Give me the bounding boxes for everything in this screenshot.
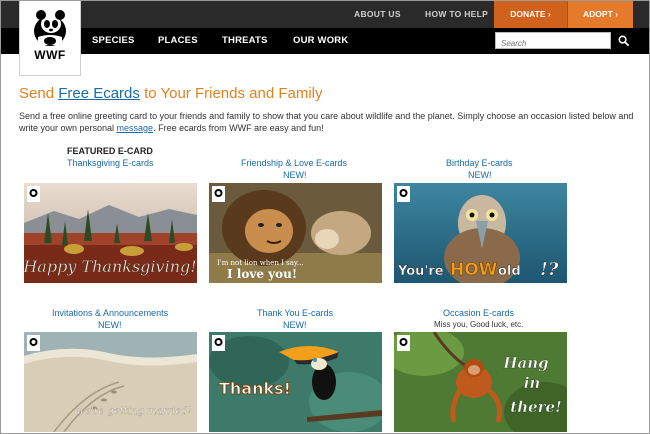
- logo-text: WWF: [34, 48, 66, 62]
- intro-text: Send a free online greeting card to your…: [19, 111, 634, 133]
- thanksgiving-ecard-image[interactable]: Happy Thanksgiving!: [24, 183, 197, 283]
- nav-our-work[interactable]: OUR WORK: [293, 28, 348, 54]
- search-field: [495, 32, 611, 51]
- birthday-card-text-1: You're: [397, 264, 444, 279]
- lion-card-text-line2: I love you!: [227, 267, 297, 281]
- search-button[interactable]: [613, 31, 633, 50]
- new-badge: NEW!: [98, 320, 122, 330]
- occasion-card-text-3: there!: [510, 398, 561, 416]
- thank-you-ecards-link[interactable]: Thank You E-cards: [257, 308, 333, 318]
- invitation-card-text: we're getting married!: [76, 406, 191, 417]
- lion-card-text-line1: I'm not lion when I say...: [217, 259, 304, 267]
- occasion-ecard-image[interactable]: Hang in there!: [394, 332, 567, 432]
- page-title-prefix: Send: [19, 85, 59, 102]
- how-to-help-link[interactable]: HOW TO HELP: [425, 1, 488, 28]
- donate-button[interactable]: DONATE ›: [494, 1, 568, 28]
- birthday-card-text-2: HOW: [450, 260, 498, 280]
- occasion-subtitle: Miss you, Good luck, etc.: [434, 320, 524, 329]
- search-input[interactable]: [496, 36, 610, 51]
- friendship-ecard-image[interactable]: I'm not lion when I say... I love you!: [209, 183, 382, 283]
- turtle-tracks-beach-image: we're getting married!: [24, 332, 197, 432]
- adopt-button[interactable]: ADOPT ›: [568, 1, 633, 28]
- page-title: Send Free Ecards to Your Friends and Fam…: [19, 85, 323, 102]
- about-us-link[interactable]: ABOUT US: [354, 1, 401, 28]
- nav-species[interactable]: SPECIES: [92, 28, 135, 54]
- nav-places[interactable]: PLACES: [158, 28, 198, 54]
- birthday-ecards-link[interactable]: Birthday E-cards: [446, 158, 513, 168]
- occasion-card-text-1: Hang: [502, 354, 548, 372]
- search-icon: [618, 35, 629, 46]
- autumn-landscape-image: Happy Thanksgiving!: [24, 183, 197, 283]
- invitations-ecards-link[interactable]: Invitations & Announcements: [52, 308, 168, 318]
- page-title-suffix: to Your Friends and Family: [139, 85, 323, 102]
- featured-label: FEATURED E-CARD: [67, 146, 153, 156]
- new-badge: NEW!: [468, 170, 492, 180]
- nav-threats[interactable]: THREATS: [222, 28, 268, 54]
- birthday-card-text-3: old: [498, 264, 521, 279]
- new-badge: NEW!: [283, 320, 307, 330]
- occasion-ecards-link[interactable]: Occasion E-cards: [443, 308, 514, 318]
- browser-viewport: WWF ABOUT US HOW TO HELP DONATE › ADOPT …: [0, 0, 650, 434]
- intro-paragraph: Send a free online greeting card to your…: [19, 110, 637, 134]
- friendship-love-ecards-link[interactable]: Friendship & Love E-cards: [241, 158, 347, 168]
- thank-you-ecard-image[interactable]: Thanks!: [209, 332, 382, 432]
- occasion-card-text-2: in: [524, 374, 541, 392]
- message-link[interactable]: message: [117, 123, 154, 133]
- thanksgiving-card-text: Happy Thanksgiving!: [24, 257, 197, 276]
- thanksgiving-ecards-link[interactable]: Thanksgiving E-cards: [67, 158, 154, 168]
- invitations-ecard-image[interactable]: we're getting married!: [24, 332, 197, 432]
- toucan-image: Thanks!: [209, 332, 382, 432]
- panda-icon: [34, 10, 66, 46]
- booby-bird-image: You're HOW old !?: [394, 183, 567, 283]
- free-ecards-link[interactable]: Free Ecards: [58, 85, 140, 102]
- birthday-ecard-image[interactable]: You're HOW old !?: [394, 183, 567, 283]
- intro-text-end: . Free ecards from WWF are easy and fun!: [153, 123, 324, 133]
- wwf-logo[interactable]: WWF: [19, 1, 81, 76]
- lions-image: I'm not lion when I say... I love you!: [209, 183, 382, 283]
- birthday-card-text-4: !?: [540, 259, 559, 280]
- thank-you-card-text: Thanks!: [219, 379, 291, 398]
- orangutan-image: Hang in there!: [394, 332, 567, 432]
- new-badge: NEW!: [283, 170, 307, 180]
